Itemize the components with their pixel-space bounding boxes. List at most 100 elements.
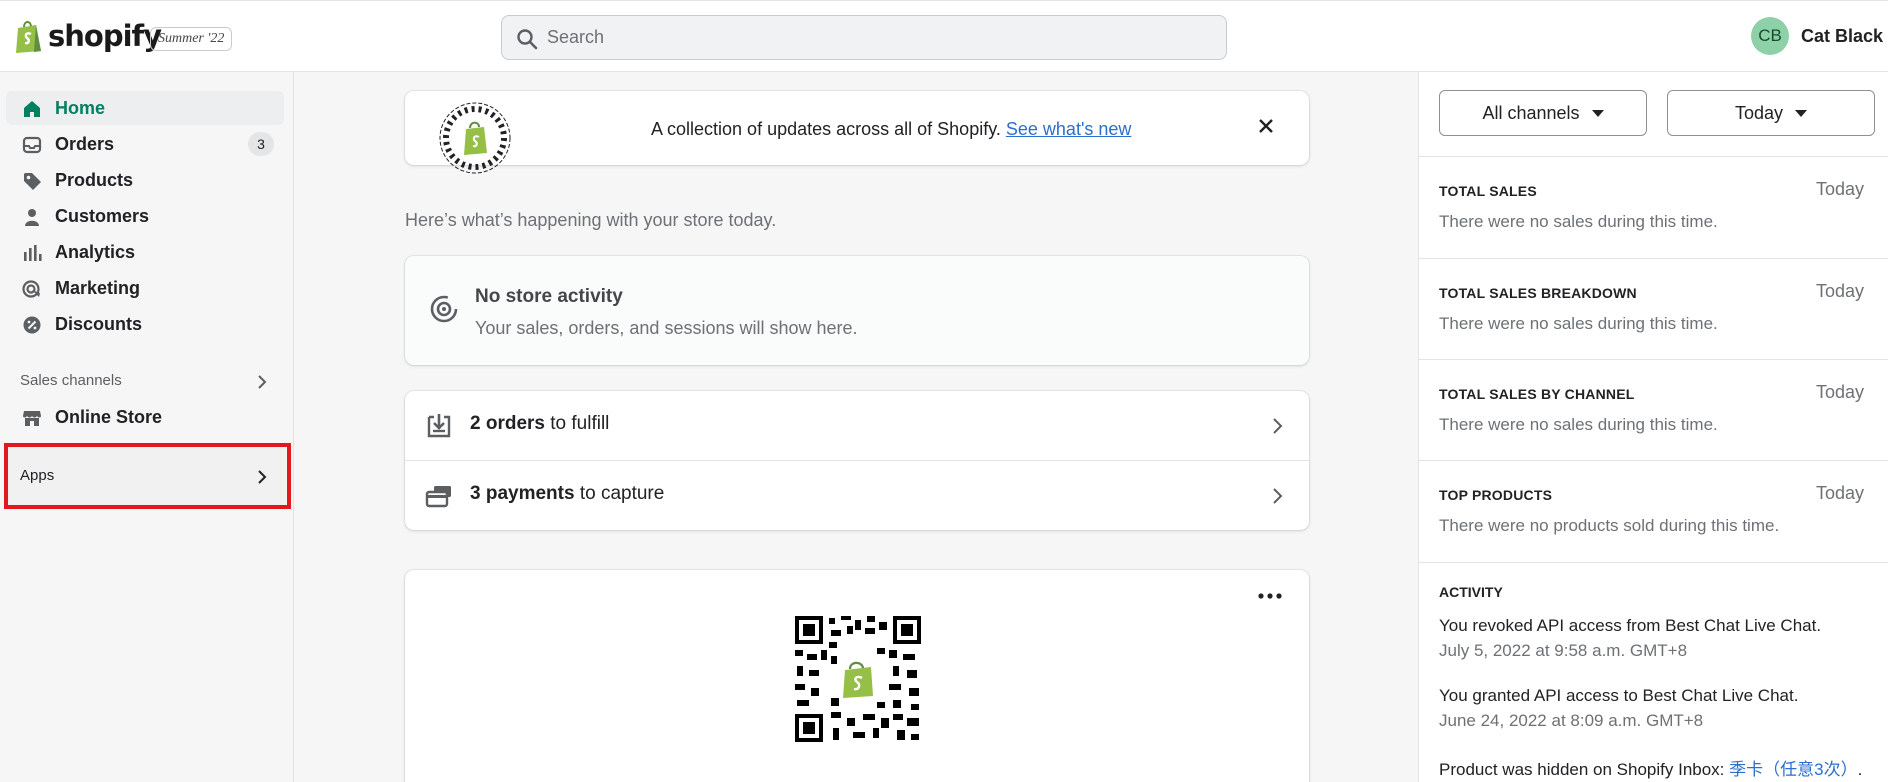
sidebar-item-marketing[interactable]: Marketing: [6, 271, 284, 305]
section-message: There were no sales during this time.: [1439, 212, 1718, 231]
section-message: There were no sales during this time.: [1439, 415, 1718, 434]
task-label: 2 orders to fulfill: [470, 413, 609, 435]
sales-channels-heading[interactable]: Sales channels: [20, 372, 122, 389]
more-options-icon[interactable]: [1257, 590, 1283, 602]
orders-count-badge: 3: [248, 132, 274, 156]
total-sales-by-channel-section[interactable]: TOTAL SALES BY CHANNEL Today There were …: [1419, 359, 1888, 460]
total-sales-section[interactable]: TOTAL SALES Today There were no sales du…: [1419, 156, 1888, 258]
sidebar-item-online-store[interactable]: Online Store: [6, 400, 284, 434]
sidebar-nav: Home Orders 3 Products Customers Analyti…: [0, 72, 294, 782]
divider: [1419, 562, 1888, 563]
activity-title: No store activity: [475, 286, 623, 307]
task-count: 3 payments: [470, 483, 575, 504]
activity-log-time: July 5, 2022 at 9:58 a.m. GMT+8: [1439, 641, 1688, 660]
sidebar-item-products[interactable]: Products: [6, 163, 284, 197]
sidebar-item-discounts[interactable]: Discounts: [6, 307, 284, 341]
activity-subtitle: Your sales, orders, and sessions will sh…: [475, 318, 858, 338]
brand-wordmark: shopify: [48, 19, 162, 53]
section-period: Today: [1815, 483, 1864, 503]
section-title: TOTAL SALES BY CHANNEL: [1439, 386, 1635, 402]
activity-log-text: You revoked API access from Best Chat Li…: [1439, 616, 1822, 635]
chevron-right-icon: [1273, 488, 1283, 504]
apps-label: Apps: [20, 467, 55, 484]
caret-down-icon: [1795, 109, 1808, 117]
close-icon[interactable]: [1253, 113, 1279, 139]
search-input[interactable]: [547, 16, 1207, 59]
activity-log-entry: Product was hidden on Shopify Inbox: 季卡（…: [1439, 755, 1862, 780]
product-link[interactable]: 季卡（任意3次）: [1729, 760, 1857, 779]
see-whats-new-link[interactable]: See what's new: [1006, 119, 1132, 139]
intro-text: Here’s what’s happening with your store …: [405, 210, 777, 230]
chevron-right-icon[interactable]: [256, 374, 268, 390]
sidebar-item-label: Products: [55, 169, 134, 190]
search-icon: [517, 29, 538, 50]
banner-message: A collection of updates across all of Sh…: [651, 119, 1001, 139]
store-activity-card: No store activity Your sales, orders, an…: [405, 256, 1309, 365]
shopify-logo[interactable]: shopify: [14, 18, 162, 54]
channel-select[interactable]: All channels: [1439, 90, 1647, 136]
period-select-value: Today: [1734, 102, 1784, 123]
home-icon: [24, 101, 40, 117]
download-box-icon: [427, 414, 451, 438]
sidebar-item-home[interactable]: Home: [6, 91, 284, 125]
section-period: Today: [1815, 179, 1864, 199]
section-period: Today: [1815, 281, 1864, 301]
section-title: TOP PRODUCTS: [1439, 487, 1553, 503]
activity-log-suffix: .: [1857, 760, 1863, 779]
user-menu[interactable]: CB Cat Black: [1751, 17, 1883, 55]
top-products-section[interactable]: TOP PRODUCTS Today There were no product…: [1419, 460, 1888, 562]
sidebar-item-customers[interactable]: Customers: [6, 199, 284, 233]
qr-code-card: [405, 570, 1309, 782]
banner-text: A collection of updates across all of Sh…: [651, 119, 1131, 140]
activity-log-text: Product was hidden on Shopify Inbox:: [1439, 760, 1730, 779]
discount-icon: [23, 316, 41, 334]
analytics-panel: All channels Today TOTAL SALES Today The…: [1418, 72, 1888, 782]
task-count: 2 orders: [470, 413, 545, 434]
task-suffix: to fulfill: [544, 413, 610, 434]
sidebar-item-label: Online Store: [55, 406, 163, 427]
section-period: Today: [1815, 382, 1864, 402]
sidebar-item-apps[interactable]: Apps: [6, 445, 286, 509]
qr-code: [793, 614, 923, 744]
section-message: There were no products sold during this …: [1439, 516, 1780, 535]
total-sales-breakdown-section[interactable]: TOTAL SALES BREAKDOWN Today There were n…: [1419, 258, 1888, 359]
caret-down-icon: [1591, 109, 1604, 117]
task-orders-to-fulfill[interactable]: 2 orders to fulfill: [405, 391, 1309, 460]
activity-log-text: You granted API access to Best Chat Live…: [1439, 686, 1799, 705]
sidebar-item-label: Customers: [55, 205, 150, 226]
person-icon: [25, 209, 39, 226]
channel-select-value: All channels: [1482, 102, 1580, 123]
shopify-bag-icon: [16, 21, 41, 53]
store-icon: [23, 411, 41, 426]
sidebar-item-label: Discounts: [55, 313, 143, 334]
avatar: CB: [1751, 17, 1789, 55]
task-payments-to-capture[interactable]: 3 payments to capture: [405, 460, 1309, 529]
pulse-icon: [430, 295, 458, 323]
activity-log-time: June 24, 2022 at 8:09 a.m. GMT+8: [1439, 711, 1704, 730]
tasks-card: 2 orders to fulfill 3 payments to captur…: [405, 391, 1309, 530]
section-message: There were no sales during this time.: [1439, 314, 1718, 333]
edition-badge[interactable]: Summer '22: [150, 27, 233, 51]
bar-chart-icon: [24, 245, 42, 261]
top-bar: shopify Summer '22 CB Cat Black: [0, 0, 1888, 72]
sidebar-item-label: Home: [55, 97, 106, 118]
section-title: TOTAL SALES BREAKDOWN: [1439, 285, 1637, 301]
period-select[interactable]: Today: [1667, 90, 1875, 136]
editions-banner: A collection of updates across all of Sh…: [405, 91, 1309, 174]
sidebar-item-analytics[interactable]: Analytics: [6, 235, 284, 269]
sidebar-item-orders[interactable]: Orders 3: [6, 127, 284, 161]
tag-icon: [24, 173, 41, 190]
activity-heading: ACTIVITY: [1439, 584, 1503, 600]
inbox-icon: [22, 136, 42, 154]
search-bar[interactable]: [501, 15, 1227, 60]
chevron-right-icon: [258, 470, 267, 484]
sidebar-item-label: Marketing: [55, 277, 141, 298]
chevron-right-icon: [1273, 418, 1283, 434]
target-icon: [22, 280, 40, 298]
section-title: TOTAL SALES: [1439, 183, 1537, 199]
sidebar-item-label: Orders: [55, 133, 115, 154]
task-label: 3 payments to capture: [470, 483, 664, 505]
credit-card-icon: [425, 486, 451, 508]
user-name: Cat Black: [1801, 25, 1884, 46]
shopify-editions-seal: [439, 102, 511, 174]
